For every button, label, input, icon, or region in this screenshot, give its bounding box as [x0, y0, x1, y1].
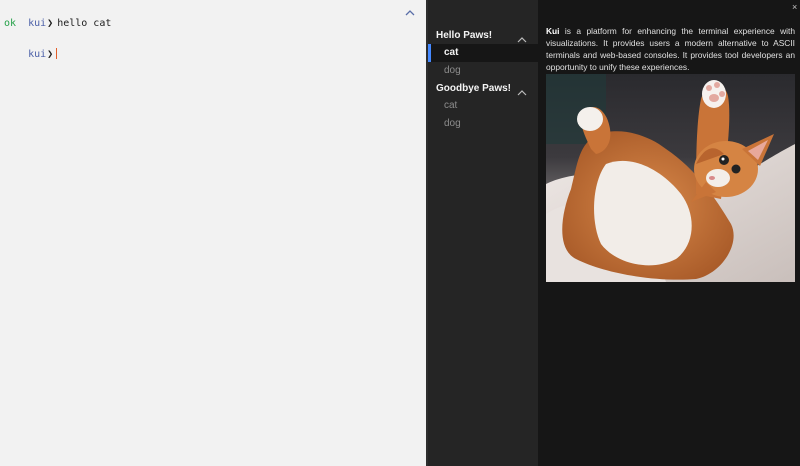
nav-item-label: dog — [444, 65, 461, 76]
prompt-chevron-icon: ❯ — [47, 18, 54, 29]
cat-image — [546, 74, 795, 282]
chevron-up-icon — [405, 10, 415, 16]
description-text: Kui is a platform for enhancing the term… — [546, 25, 795, 73]
chevron-up-icon — [517, 90, 527, 96]
command-text: hello cat — [57, 18, 112, 29]
close-icon[interactable]: × — [792, 2, 797, 12]
nav-item-label: cat — [444, 47, 459, 58]
active-prompt-line[interactable]: kui❯ — [4, 36, 58, 73]
nav-item-goodbye-dog[interactable]: dog — [428, 115, 538, 133]
nav-item-label: dog — [444, 118, 461, 129]
chevron-up-icon — [517, 37, 527, 43]
nav-item-hello-dog[interactable]: dog — [428, 62, 538, 80]
nav-group-hello-paws[interactable]: Hello Paws! — [436, 30, 492, 41]
nav-group-toggle[interactable] — [517, 84, 527, 96]
description-body: is a platform for enhancing the terminal… — [546, 26, 795, 72]
command-output: ok — [4, 18, 17, 29]
prompt-label: kui — [28, 18, 47, 29]
nav-item-goodbye-cat[interactable]: cat — [428, 97, 538, 115]
content-pane: × Kui is a platform for enhancing the te… — [538, 0, 800, 466]
collapse-output-button[interactable] — [404, 5, 416, 16]
text-cursor[interactable] — [56, 48, 58, 59]
nav-group-toggle[interactable] — [517, 31, 527, 43]
nav-item-hello-cat[interactable]: cat — [428, 44, 538, 62]
brand-name: Kui — [546, 26, 560, 36]
terminal-pane[interactable]: kui❯ hello cat ok kui❯ — [0, 0, 426, 466]
cat-photo-illustration — [546, 74, 795, 282]
sidebar-nav: Hello Paws! cat dog Goodbye Paws! cat do… — [428, 0, 538, 466]
nav-group-goodbye-paws[interactable]: Goodbye Paws! — [436, 83, 511, 94]
prompt-label: kui — [28, 49, 47, 60]
nav-item-label: cat — [444, 100, 458, 111]
prompt-chevron-icon: ❯ — [47, 49, 54, 60]
